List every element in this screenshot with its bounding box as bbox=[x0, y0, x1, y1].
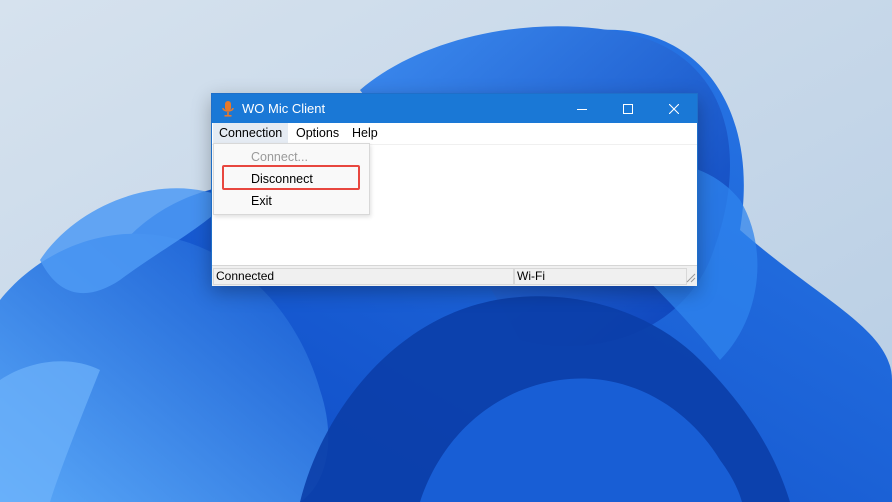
menu-help[interactable]: Help bbox=[346, 123, 384, 144]
minimize-button[interactable] bbox=[559, 94, 605, 123]
menu-options[interactable]: Options bbox=[290, 123, 345, 144]
microphone-icon bbox=[222, 101, 234, 117]
maximize-icon bbox=[623, 103, 633, 114]
connection-status: Connected bbox=[213, 268, 514, 285]
resize-grip-icon[interactable] bbox=[684, 271, 696, 283]
status-bar: Connected Wi-Fi bbox=[212, 265, 697, 286]
title-bar[interactable]: WO Mic Client bbox=[212, 94, 697, 123]
close-button[interactable] bbox=[651, 94, 697, 123]
close-icon bbox=[669, 103, 679, 114]
menu-item-exit[interactable]: Exit bbox=[215, 190, 368, 212]
minimize-icon bbox=[577, 108, 587, 110]
window-title: WO Mic Client bbox=[242, 101, 326, 116]
transport-status: Wi-Fi bbox=[514, 268, 687, 285]
menu-item-exit-label: Exit bbox=[251, 194, 272, 208]
disconnect-highlight-box bbox=[222, 165, 360, 190]
menu-connection[interactable]: Connection bbox=[213, 123, 289, 144]
menu-bar: Connection Options Help bbox=[212, 123, 697, 145]
maximize-button[interactable] bbox=[605, 94, 651, 123]
